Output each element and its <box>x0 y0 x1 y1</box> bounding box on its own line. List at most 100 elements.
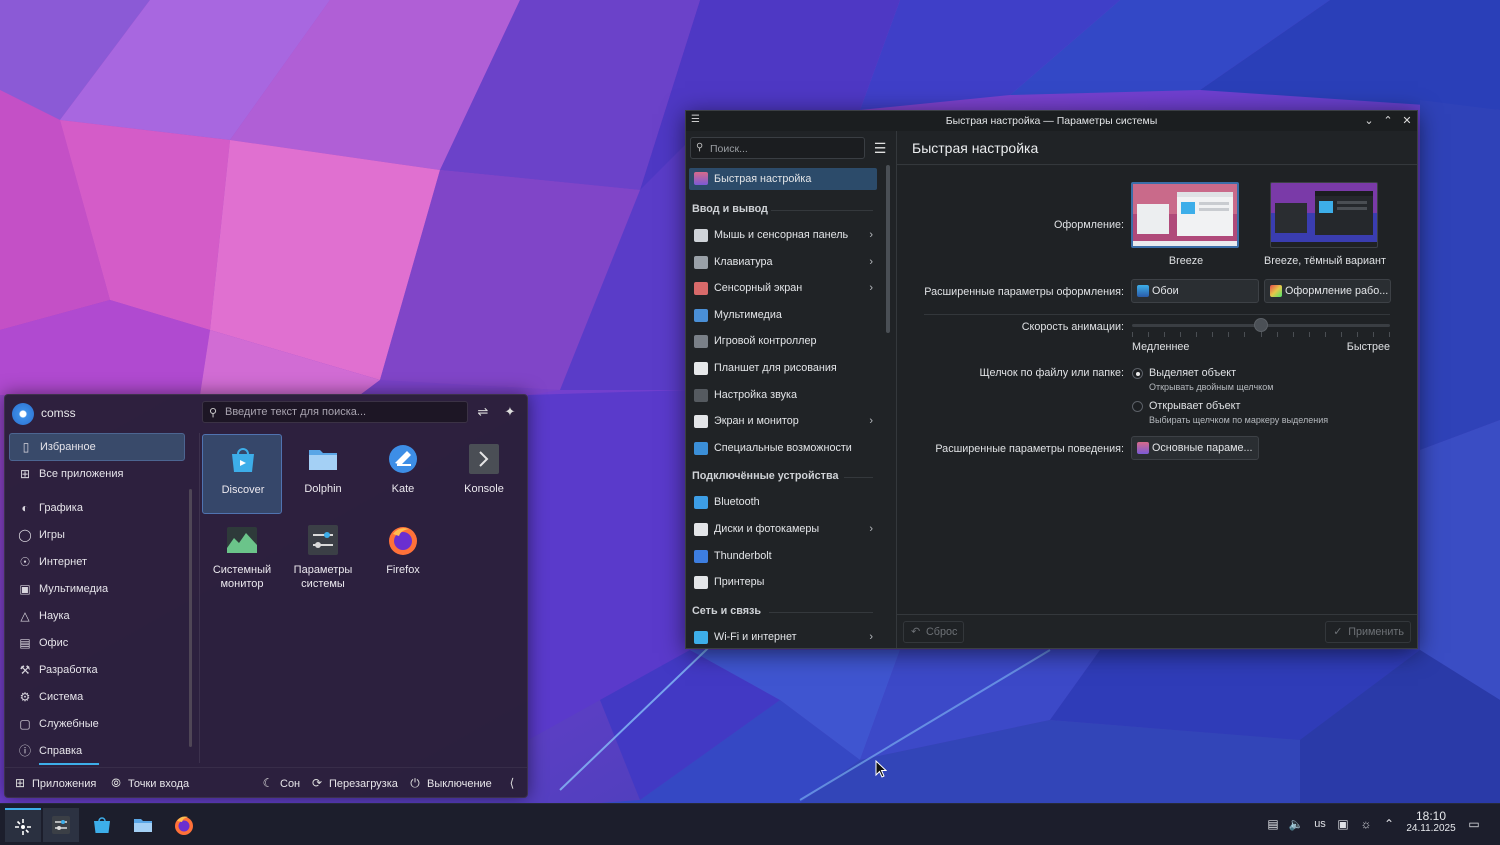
sidebar-item-io-5[interactable]: Планшет для рисования <box>689 355 879 382</box>
category-icon <box>694 415 708 429</box>
bookmark-icon: ▯ <box>22 440 30 454</box>
radio-open-object[interactable] <box>1132 401 1143 412</box>
sidebar-item-io-0[interactable]: Мышь и сенсорная панель › <box>689 222 879 249</box>
theme-breeze-dark-preview[interactable] <box>1270 182 1378 248</box>
system-settings-icon <box>308 525 338 555</box>
sidebar-item-devices-3[interactable]: Принтеры <box>689 569 879 596</box>
restart-button[interactable]: ⟳ Перезагрузка <box>310 775 398 791</box>
sidebar-scrollbar[interactable] <box>886 165 890 333</box>
taskbar-firefox[interactable] <box>166 808 202 842</box>
minimize-icon[interactable]: ⌄ <box>1362 114 1376 128</box>
category-multimedia[interactable]: ▣ Мультимедиа <box>9 576 185 603</box>
sidebar-item-quick-settings[interactable]: Быстрая настройка <box>689 168 877 190</box>
settings-search-input[interactable] <box>710 142 860 156</box>
sidebar-item-io-1[interactable]: Клавиатура › <box>689 249 879 276</box>
sidebar-item-label: Экран и монитор <box>714 415 799 428</box>
taskbar-system-settings[interactable] <box>43 808 79 842</box>
taskbar-dolphin[interactable] <box>125 808 161 842</box>
slider-handle[interactable] <box>1254 318 1268 332</box>
wallpaper-button[interactable]: Обои <box>1131 279 1259 303</box>
app-kate[interactable]: Kate <box>363 434 443 514</box>
group-network: Сеть и связь <box>689 596 879 624</box>
apply-button[interactable]: ✓ Применить <box>1325 621 1411 643</box>
sidebar-item-network-0[interactable]: Wi-Fi и интернет › <box>689 624 879 647</box>
tab-applications[interactable]: ⊞ Приложения <box>13 775 96 791</box>
animation-speed-label: Скорость анимации: <box>1021 321 1124 333</box>
general-behavior-button[interactable]: Основные параме... <box>1131 436 1259 460</box>
category-all-apps[interactable]: ⊞ Все приложения <box>9 461 185 488</box>
category-utilities[interactable]: ▢ Служебные <box>9 711 185 738</box>
theme-breeze-preview[interactable] <box>1131 182 1239 248</box>
window-titlebar[interactable]: ☰ Быстрая настройка — Параметры системы … <box>686 111 1417 131</box>
category-help[interactable]: ⓘ Справка <box>9 738 185 765</box>
animation-speed-slider[interactable] <box>1132 318 1390 337</box>
taskbar-discover[interactable] <box>84 808 120 842</box>
sidebar-item-io-4[interactable]: Игровой контроллер <box>689 328 879 355</box>
hamburger-menu-icon[interactable]: ☰ <box>872 140 888 156</box>
sidebar-item-devices-1[interactable]: Диски и фотокамеры › <box>689 516 879 543</box>
shutdown-button[interactable]: ⏻ Выключение <box>408 775 492 791</box>
category-graphics[interactable]: ◐ Графика <box>9 495 185 522</box>
launcher-search-box[interactable]: ⚲ <box>202 401 468 423</box>
workspace-appearance-button[interactable]: Оформление рабо... <box>1264 279 1391 303</box>
slider-tick <box>1389 332 1390 337</box>
sidebar-item-io-2[interactable]: Сенсорный экран › <box>689 275 879 302</box>
sidebar-item-label: Игровой контроллер <box>714 335 817 348</box>
application-launcher-button[interactable] <box>5 808 41 842</box>
category-science[interactable]: △ Наука <box>9 603 185 630</box>
show-desktop-icon[interactable]: ▭ <box>1466 816 1482 832</box>
category-icon <box>694 255 708 269</box>
globe-icon: ☉ <box>19 555 31 569</box>
category-internet[interactable]: ☉ Интернет <box>9 549 185 576</box>
sidebar-item-devices-0[interactable]: Bluetooth <box>689 489 879 516</box>
category-development[interactable]: ⚒ Разработка <box>9 657 185 684</box>
category-scrollbar[interactable] <box>189 489 192 747</box>
chevron-up-icon[interactable]: ⌃ <box>1381 816 1397 832</box>
animation-slow-label: Медленнее <box>1132 341 1190 353</box>
category-favorites[interactable]: ▯ Избранное <box>9 433 185 461</box>
tab-places[interactable]: ⦾ Точки входа <box>109 775 189 791</box>
app-system-monitor[interactable]: Системный монитор <box>202 515 282 601</box>
clipboard-icon[interactable]: ▤ <box>1265 816 1281 832</box>
category-games[interactable]: ◯ Игры <box>9 522 185 549</box>
slider-tick <box>1341 332 1342 337</box>
close-icon[interactable]: ✕ <box>1400 114 1414 128</box>
maximize-icon[interactable]: ⌃ <box>1381 114 1395 128</box>
sidebar-item-label: Принтеры <box>714 576 765 589</box>
keyboard-layout-indicator[interactable]: us <box>1311 816 1329 832</box>
taskbar: ▤ 🔈 us ▣ ☼ ⌃ 18:10 24.11.2025 ▭ <box>0 803 1500 845</box>
launcher-search-input[interactable] <box>225 405 461 419</box>
window-title: Быстрая настройка — Параметры системы <box>945 115 1158 127</box>
undo-icon: ↶ <box>911 626 921 638</box>
settings-search-box[interactable]: ⚲ <box>690 137 865 159</box>
reset-button[interactable]: ↶ Сброс <box>903 621 965 643</box>
quick-settings-page: Оформление: Breeze Breeze, тёмный вариан… <box>897 166 1417 614</box>
theme-breeze-label: Breeze <box>1168 255 1204 267</box>
sidebar-item-io-7[interactable]: Экран и монитор › <box>689 408 879 435</box>
app-firefox[interactable]: Firefox <box>363 515 443 595</box>
sleep-button[interactable]: ☾ Сон <box>261 775 301 791</box>
more-options-button[interactable]: ⟨ <box>505 775 524 791</box>
user-avatar[interactable] <box>12 403 34 425</box>
app-dolphin[interactable]: Dolphin <box>283 434 363 514</box>
pin-icon[interactable]: ✦ <box>501 403 519 421</box>
brightness-icon[interactable]: ☼ <box>1358 816 1374 832</box>
network-icon[interactable]: ▣ <box>1335 816 1351 832</box>
volume-icon[interactable]: 🔈 <box>1288 816 1304 832</box>
graphics-icon: ◐ <box>21 501 29 515</box>
category-system[interactable]: ⚙ Система <box>9 684 185 711</box>
app-discover[interactable]: Discover <box>202 434 282 514</box>
app-system-settings[interactable]: Параметры системы <box>283 515 363 601</box>
configure-icon[interactable]: ⇌ <box>474 403 492 421</box>
active-tab-indicator <box>39 763 99 765</box>
sidebar-item-io-6[interactable]: Настройка звука <box>689 382 879 409</box>
app-konsole[interactable]: Konsole <box>444 434 524 514</box>
sidebar-item-io-3[interactable]: Мультимедиа <box>689 302 879 329</box>
sidebar-item-devices-2[interactable]: Thunderbolt <box>689 543 879 570</box>
radio-select-object[interactable] <box>1132 368 1143 379</box>
category-office[interactable]: ▤ Офис <box>9 630 185 657</box>
category-icon <box>694 630 708 644</box>
sidebar-item-io-8[interactable]: Специальные возможности <box>689 435 879 462</box>
launcher-divider <box>199 433 200 763</box>
digital-clock[interactable]: 18:10 24.11.2025 <box>1400 810 1462 835</box>
